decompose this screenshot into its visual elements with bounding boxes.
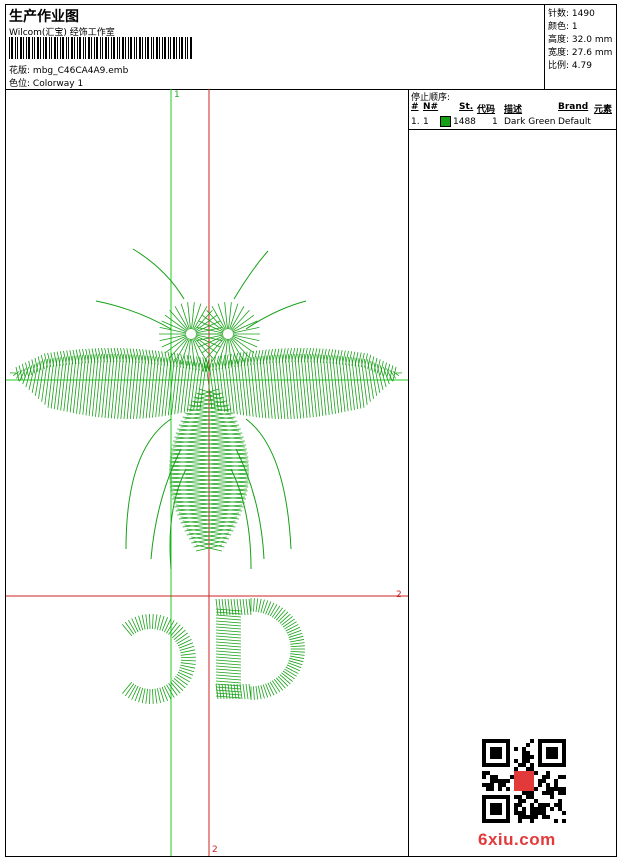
stat-height: 高度: 32.0 mm xyxy=(548,32,612,45)
stat-label: 宽度: xyxy=(548,48,570,58)
row-needle: 1 xyxy=(423,117,429,127)
design-file-value: mbg_C46CA4A9.emb xyxy=(32,66,129,76)
row-brand: Default xyxy=(558,117,591,127)
colorway-row: 色位: Colorway 1 xyxy=(9,76,83,89)
col-header-element: 元素 xyxy=(594,105,613,115)
stat-scale: 比例: 4.79 xyxy=(548,58,592,71)
stat-value: 4.79 xyxy=(571,61,592,71)
cd-letters-embroidery xyxy=(122,598,305,704)
col-header-stitches: St. xyxy=(459,102,474,112)
watermark-logo: 6xiu.com xyxy=(478,830,556,849)
row-description: Dark Green xyxy=(504,117,556,127)
stat-width: 宽度: 27.6 mm xyxy=(548,45,612,58)
col-header-brand: Brand xyxy=(558,102,589,112)
stat-label: 高度: xyxy=(548,35,570,45)
stat-label: 针数: xyxy=(548,9,570,19)
design-file-row: 花版: mbg_C46CA4A9.emb xyxy=(9,63,128,76)
row-stitches: 1488 xyxy=(453,117,476,127)
stat-value: 32.0 mm xyxy=(571,35,613,45)
qr-code-graphic xyxy=(482,739,566,823)
stop-sequence-panel: 停止顺序: # N# St. 代码 描述 Brand 元素 1. 1 1488 … xyxy=(409,89,616,856)
stat-value: 27.6 mm xyxy=(571,48,613,58)
row-index: 1. xyxy=(411,117,420,127)
table-divider xyxy=(409,129,616,130)
design-preview: 1 2 2 xyxy=(6,89,409,856)
barcode-graphic xyxy=(9,37,192,59)
col-header-needle: N# xyxy=(423,102,439,112)
fly-embroidery xyxy=(9,248,403,570)
sheet-header: 生产作业图 Wilcom(汇宝) 经饰工作室 花版: mbg_C46CA4A9.… xyxy=(6,5,616,90)
guide-label-right: 2 xyxy=(396,590,402,600)
colorway-value: Colorway 1 xyxy=(32,79,84,89)
embroidery-design xyxy=(6,89,408,856)
design-file-label: 花版: xyxy=(9,66,31,76)
stat-value: 1 xyxy=(571,22,578,32)
row-code: 1 xyxy=(492,117,498,127)
stats-panel: 针数: 1490 颜色: 1 高度: 32.0 mm 宽度: 27.6 mm 比… xyxy=(544,5,617,89)
col-header-description: 描述 xyxy=(504,105,523,115)
col-header-code: 代码 xyxy=(477,105,496,115)
colorway-label: 色位: xyxy=(9,79,31,89)
col-header-index: # xyxy=(411,102,419,112)
stat-colors: 颜色: 1 xyxy=(548,19,578,32)
page-title: 生产作业图 xyxy=(9,9,79,25)
stat-stitches: 针数: 1490 xyxy=(548,6,595,19)
production-sheet: 生产作业图 Wilcom(汇宝) 经饰工作室 花版: mbg_C46CA4A9.… xyxy=(5,4,617,857)
color-swatch xyxy=(440,116,451,127)
guide-label-top: 1 xyxy=(174,90,180,100)
stat-label: 比例: xyxy=(548,61,570,71)
guide-label-bottom: 2 xyxy=(212,845,218,855)
stat-label: 颜色: xyxy=(548,22,570,32)
stat-value: 1490 xyxy=(571,9,595,19)
